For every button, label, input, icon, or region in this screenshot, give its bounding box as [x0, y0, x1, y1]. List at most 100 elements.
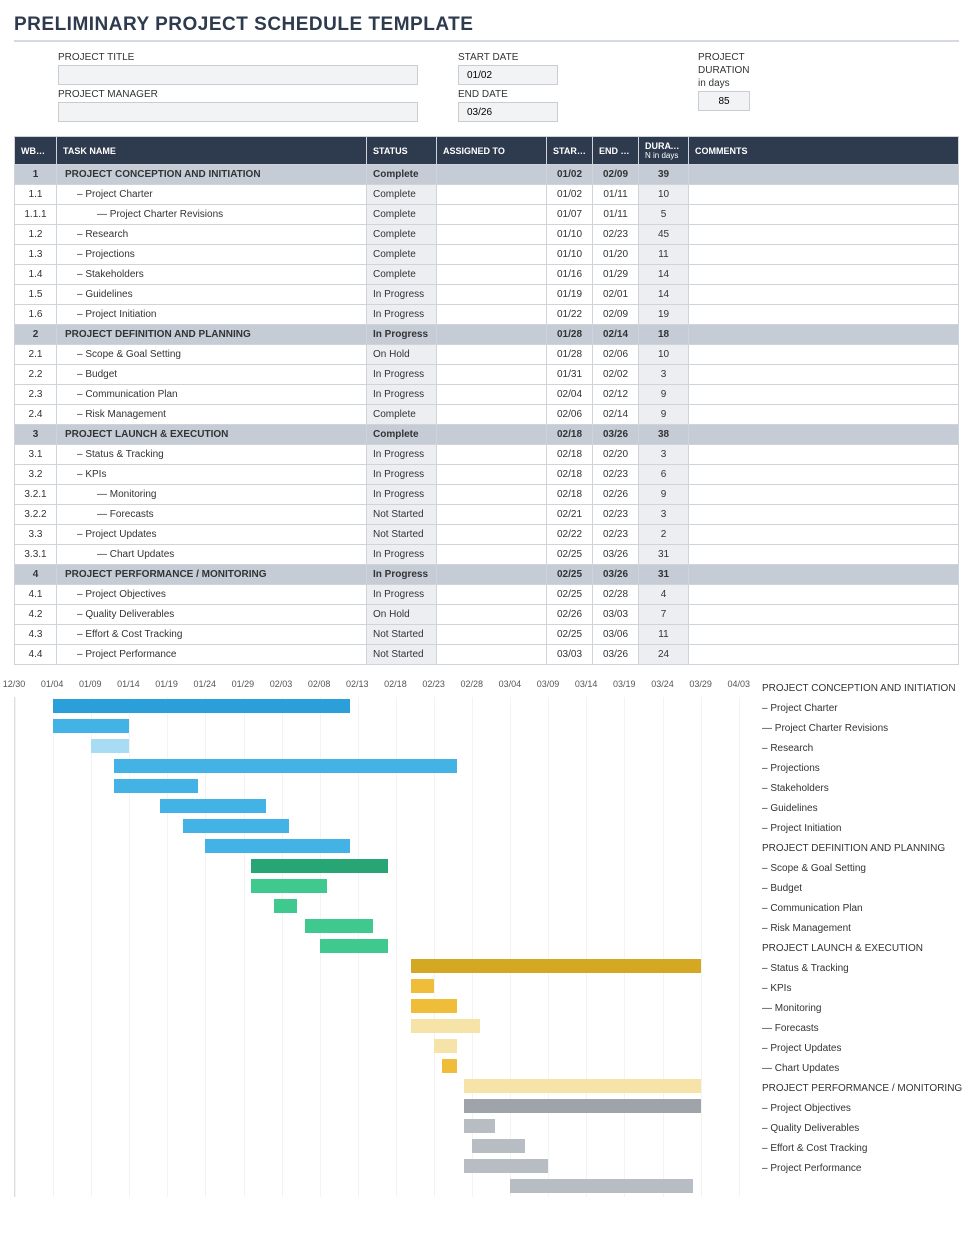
gantt-bar[interactable]	[53, 699, 350, 713]
gantt-bar[interactable]	[464, 1099, 700, 1113]
gantt-bar[interactable]	[114, 779, 198, 793]
axis-tick: 04/03	[727, 679, 750, 689]
gantt-bar[interactable]	[183, 819, 290, 833]
legend-item: — Forecasts	[762, 1019, 962, 1039]
gantt-bar[interactable]	[464, 1079, 700, 1093]
gantt-row	[15, 1097, 754, 1117]
table-row[interactable]: 2.2– BudgetIn Progress01/3102/023	[15, 365, 959, 385]
gantt-bar[interactable]	[274, 899, 297, 913]
gantt-row	[15, 1177, 754, 1197]
table-row[interactable]: 3.3– Project UpdatesNot Started02/2202/2…	[15, 525, 959, 545]
table-row[interactable]: 3.2.2— ForecastsNot Started02/2102/233	[15, 505, 959, 525]
legend-item: – Stakeholders	[762, 779, 962, 799]
legend-item: PROJECT DEFINITION AND PLANNING	[762, 839, 962, 859]
gantt-legend: PROJECT CONCEPTION AND INITIATION– Proje…	[762, 679, 962, 1197]
table-row[interactable]: 1.1– Project CharterComplete01/0201/1110	[15, 185, 959, 205]
table-row[interactable]: 4.2– Quality DeliverablesOn Hold02/2603/…	[15, 605, 959, 625]
gantt-bar[interactable]	[320, 939, 389, 953]
gantt-bar[interactable]	[411, 1019, 480, 1033]
gantt-row	[15, 897, 754, 917]
duration-input[interactable]	[698, 91, 750, 111]
gantt-row	[15, 737, 754, 757]
gantt-bar[interactable]	[305, 919, 374, 933]
table-row[interactable]: 2PROJECT DEFINITION AND PLANNINGIn Progr…	[15, 325, 959, 345]
table-row[interactable]: 2.4– Risk ManagementComplete02/0602/149	[15, 405, 959, 425]
gantt-row	[15, 1117, 754, 1137]
gantt-row	[15, 1037, 754, 1057]
meta-grid: PROJECT TITLE PROJECT MANAGER START DATE…	[58, 52, 959, 122]
page-title: PRELIMINARY PROJECT SCHEDULE TEMPLATE	[14, 14, 959, 42]
axis-tick: 02/28	[460, 679, 483, 689]
table-row[interactable]: 1.4– StakeholdersComplete01/1601/2914	[15, 265, 959, 285]
table-row[interactable]: 1.6– Project InitiationIn Progress01/220…	[15, 305, 959, 325]
axis-tick: 03/29	[689, 679, 712, 689]
table-row[interactable]: 2.3– Communication PlanIn Progress02/040…	[15, 385, 959, 405]
table-row[interactable]: 1.5– GuidelinesIn Progress01/1902/0114	[15, 285, 959, 305]
table-row[interactable]: 3.3.1— Chart UpdatesIn Progress02/2503/2…	[15, 545, 959, 565]
project-manager-input[interactable]	[58, 102, 418, 122]
start-date-input[interactable]	[458, 65, 558, 85]
table-row[interactable]: 4.4– Project PerformanceNot Started03/03…	[15, 645, 959, 665]
legend-item: – Project Initiation	[762, 819, 962, 839]
project-title-input[interactable]	[58, 65, 418, 85]
duration-label-2: DURATION	[698, 65, 878, 76]
gantt-bar[interactable]	[251, 879, 327, 893]
table-row[interactable]: 3PROJECT LAUNCH & EXECUTIONComplete02/18…	[15, 425, 959, 445]
table-row[interactable]: 1.1.1— Project Charter RevisionsComplete…	[15, 205, 959, 225]
table-row[interactable]: 1PROJECT CONCEPTION AND INITIATIONComple…	[15, 165, 959, 185]
col-status: STATUS	[367, 137, 437, 165]
gantt-row	[15, 917, 754, 937]
duration-unit: in days	[698, 78, 878, 89]
table-row[interactable]: 4.1– Project ObjectivesIn Progress02/250…	[15, 585, 959, 605]
gantt-bar[interactable]	[464, 1159, 548, 1173]
axis-tick: 01/29	[232, 679, 255, 689]
table-row[interactable]: 2.1– Scope & Goal SettingOn Hold01/2802/…	[15, 345, 959, 365]
axis-tick: 01/24	[193, 679, 216, 689]
axis-tick: 02/03	[270, 679, 293, 689]
gantt-row	[15, 937, 754, 957]
table-row[interactable]: 3.2– KPIsIn Progress02/1802/236	[15, 465, 959, 485]
gantt-bar[interactable]	[205, 839, 350, 853]
legend-item: – Research	[762, 739, 962, 759]
col-name: TASK NAME	[57, 137, 367, 165]
end-date-input[interactable]	[458, 102, 558, 122]
gantt-row	[15, 1077, 754, 1097]
legend-item: – Communication Plan	[762, 899, 962, 919]
project-manager-label: PROJECT MANAGER	[58, 89, 418, 100]
legend-item: – KPIs	[762, 979, 962, 999]
gantt-bar[interactable]	[464, 1119, 494, 1133]
gantt-bar[interactable]	[510, 1179, 693, 1193]
gantt-row	[15, 877, 754, 897]
table-row[interactable]: 1.3– ProjectionsComplete01/1001/2011	[15, 245, 959, 265]
gantt-bar[interactable]	[442, 1059, 457, 1073]
gantt-row	[15, 697, 754, 717]
gantt-bar[interactable]	[411, 979, 434, 993]
axis-tick: 12/30	[3, 679, 26, 689]
gantt-bar[interactable]	[91, 739, 129, 753]
axis-tick: 03/04	[499, 679, 522, 689]
table-row[interactable]: 3.2.1— MonitoringIn Progress02/1802/269	[15, 485, 959, 505]
table-row[interactable]: 1.2– ResearchComplete01/1002/2345	[15, 225, 959, 245]
gantt-bar[interactable]	[114, 759, 457, 773]
gantt-row	[15, 777, 754, 797]
col-wbs: WBS NO.	[15, 137, 57, 165]
gantt-bar[interactable]	[411, 959, 701, 973]
gantt-bar[interactable]	[251, 859, 388, 873]
gantt-row	[15, 997, 754, 1017]
table-row[interactable]: 4PROJECT PERFORMANCE / MONITORINGIn Prog…	[15, 565, 959, 585]
gantt-bar[interactable]	[434, 1039, 457, 1053]
axis-tick: 03/09	[537, 679, 560, 689]
gantt-bar[interactable]	[411, 999, 457, 1013]
gantt-row	[15, 817, 754, 837]
legend-item: – Projections	[762, 759, 962, 779]
gantt-bar[interactable]	[53, 719, 129, 733]
table-row[interactable]: 3.1– Status & TrackingIn Progress02/1802…	[15, 445, 959, 465]
gantt-wrap: 12/3001/0401/0901/1401/1901/2401/2902/03…	[14, 679, 959, 1197]
gantt-bar[interactable]	[472, 1139, 525, 1153]
col-assigned: ASSIGNED TO	[437, 137, 547, 165]
legend-item: – Status & Tracking	[762, 959, 962, 979]
col-end: END DATE	[593, 137, 639, 165]
table-row[interactable]: 4.3– Effort & Cost TrackingNot Started02…	[15, 625, 959, 645]
gantt-bar[interactable]	[160, 799, 267, 813]
gantt-row	[15, 1157, 754, 1177]
